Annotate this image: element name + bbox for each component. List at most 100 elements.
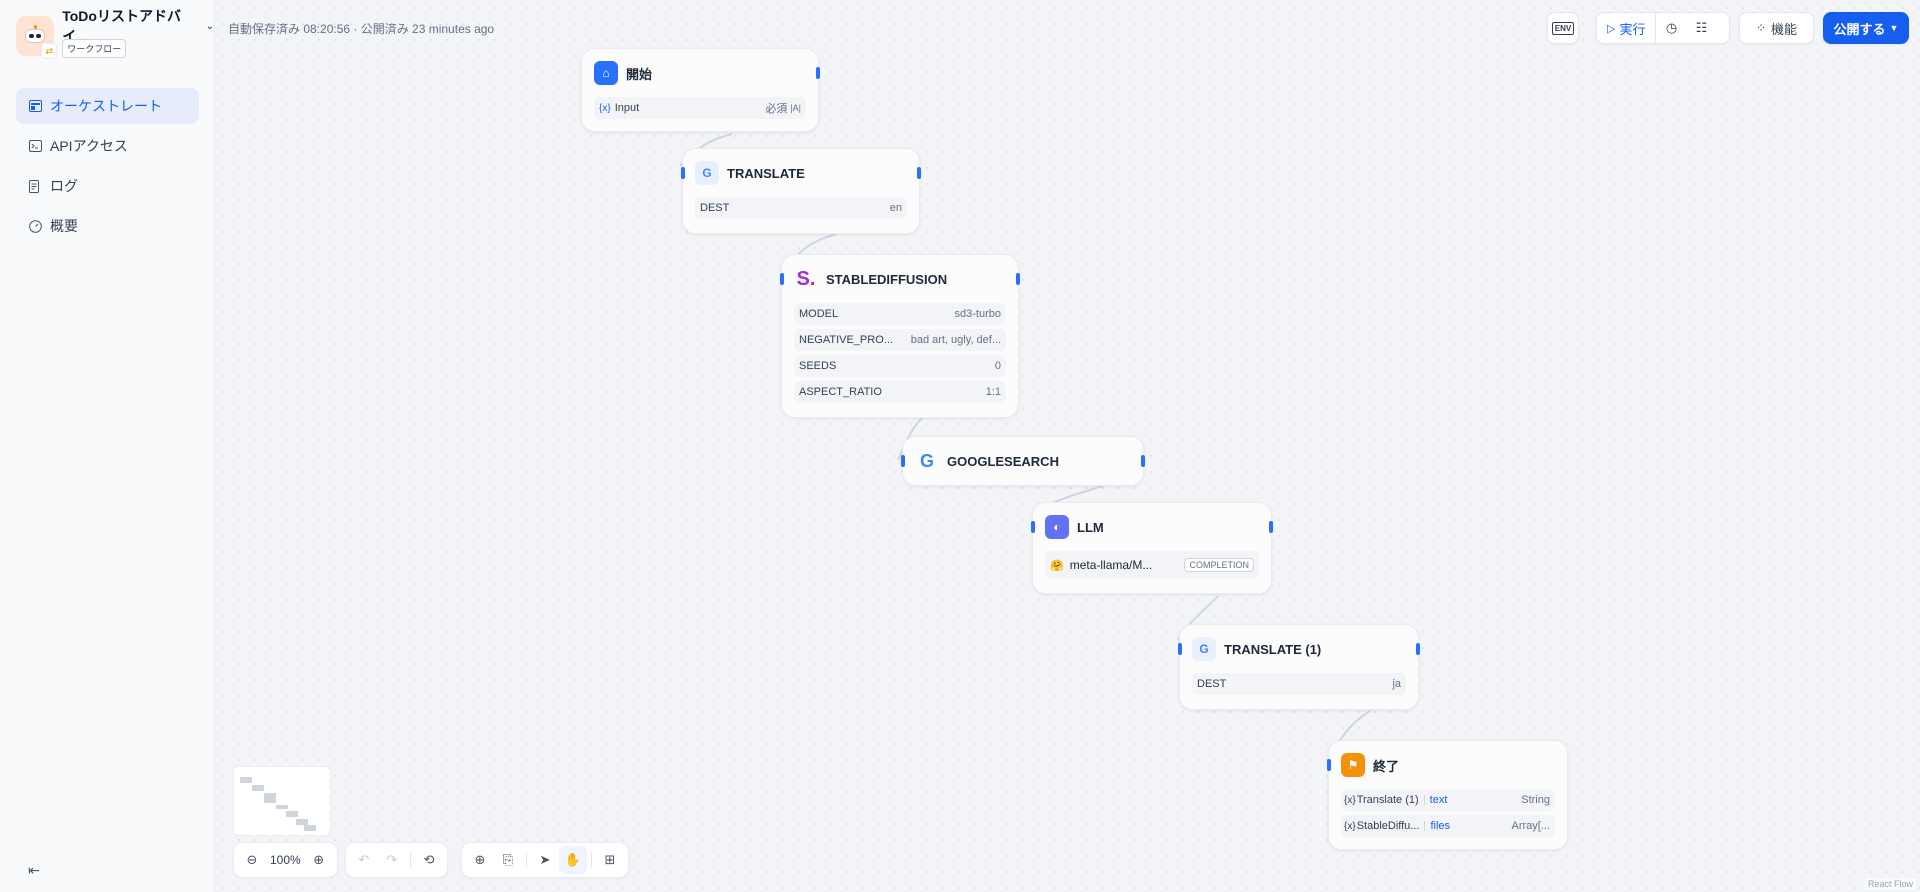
run-label: 実行 — [1619, 21, 1646, 37]
minimap-block — [304, 825, 316, 831]
home-icon: ⌂ — [594, 61, 618, 85]
param-value: 1:1 — [985, 386, 1001, 398]
layout-icon — [28, 99, 42, 113]
node-input-handle[interactable] — [780, 273, 784, 285]
param-key: ASPECT_RATIO — [799, 386, 882, 398]
features-label: 機能 — [1771, 21, 1798, 37]
node-input-handle[interactable] — [681, 167, 685, 179]
history-controls: ↶ ↷ ⟲ — [345, 842, 448, 878]
chevron-down-icon[interactable]: ⌄ — [206, 21, 214, 32]
zoom-level[interactable]: 100% — [266, 853, 305, 867]
minimap-block — [264, 793, 276, 803]
param-row: ASPECT_RATIO 1:1 — [794, 381, 1006, 403]
add-node-icon[interactable]: ⊕ — [466, 846, 494, 874]
pointer-icon[interactable]: ➤ — [531, 846, 559, 874]
param-key: MODEL — [799, 308, 839, 320]
input-variable-row[interactable]: {x} Input 必須 |A| — [594, 97, 806, 119]
node-title: LLM — [1077, 519, 1104, 535]
terminal-icon — [28, 139, 42, 153]
variable-icon: {x} — [599, 102, 611, 114]
param-row: SEEDS 0 — [794, 355, 1006, 377]
output-variable-row[interactable]: {x} Translate (1) text String — [1341, 789, 1555, 811]
redo-icon[interactable]: ↷ — [378, 846, 406, 874]
app-header[interactable]: ⇄ ToDoリストアドバイ... ⌄ ワークフロー — [16, 8, 214, 59]
node-title: STABLEDIFFUSION — [826, 271, 948, 287]
node-input-handle[interactable] — [1178, 643, 1182, 655]
huggingface-icon: 🤗 — [1050, 559, 1064, 572]
zoom-out-icon[interactable]: ⊖ — [238, 846, 266, 874]
node-output-handle[interactable] — [816, 67, 820, 79]
source-node: Translate (1) — [1356, 794, 1419, 806]
version-history-icon[interactable]: ⟲ — [415, 846, 443, 874]
source-node: StableDiffu... — [1356, 820, 1420, 832]
env-button[interactable]: ENV — [1547, 12, 1579, 44]
google-translate-icon: G — [695, 161, 719, 185]
node-output-handle[interactable] — [1016, 273, 1020, 285]
variable-icon: {x} — [1344, 794, 1356, 806]
param-value: ja — [1392, 678, 1401, 690]
google-icon: G — [919, 450, 934, 471]
node-translate[interactable]: G TRANSLATE DEST en — [681, 148, 921, 234]
field-name: files — [1430, 820, 1451, 832]
app-icon: ⇄ — [16, 16, 58, 59]
model-name: meta-llama/M... — [1069, 558, 1153, 572]
param-row: DEST en — [695, 197, 907, 219]
undo-icon[interactable]: ↶ — [350, 846, 378, 874]
sidebar-item-orchestrate[interactable]: オーケストレート — [16, 88, 199, 124]
type-label: Array[... — [1511, 820, 1550, 832]
run-button[interactable]: ▷ 実行 — [1597, 13, 1657, 43]
node-translate-1[interactable]: G TRANSLATE (1) DEST ja — [1178, 624, 1420, 710]
publish-label: 公開する — [1833, 21, 1886, 37]
param-row: MODEL sd3-turbo — [794, 303, 1006, 325]
env-label: ENV — [1551, 21, 1575, 35]
node-output-handle[interactable] — [1269, 521, 1273, 533]
node-title: 終了 — [1373, 758, 1400, 774]
run-group: ▷ 実行 ◷ ☷ — [1596, 12, 1730, 44]
node-title: TRANSLATE — [727, 165, 805, 181]
param-value: 0 — [994, 360, 1001, 372]
output-variable-row[interactable]: {x} StableDiffu... files Array[... — [1341, 815, 1555, 837]
chevron-down-icon: ▼ — [1889, 23, 1899, 33]
node-end[interactable]: ⚑ 終了 {x} Translate (1) text String {x} S… — [1327, 740, 1568, 850]
sidebar-item-label: APIアクセス — [50, 138, 128, 154]
sidebar-item-label: オーケストレート — [50, 98, 162, 114]
node-output-handle[interactable] — [1416, 643, 1420, 655]
node-llm[interactable]: ◐ LLM 🤗 meta-llama/M... COMPLETION — [1031, 502, 1273, 594]
publish-button[interactable]: 公開する ▼ — [1823, 12, 1909, 44]
node-input-handle[interactable] — [901, 455, 905, 467]
param-key: DEST — [1197, 678, 1227, 690]
flag-icon: ⚑ — [1341, 753, 1365, 777]
organize-icon[interactable]: ⊞ — [596, 846, 624, 874]
node-title: TRANSLATE (1) — [1224, 641, 1322, 657]
node-input-handle[interactable] — [1031, 521, 1035, 533]
minimap-block — [252, 785, 264, 791]
type-label: String — [1521, 794, 1550, 806]
field-name: text — [1429, 794, 1448, 806]
node-stablediffusion[interactable]: S. STABLEDIFFUSION MODEL sd3-turbo NEGATI… — [780, 254, 1020, 418]
add-note-icon[interactable]: ⎘ — [494, 846, 522, 874]
node-start[interactable]: ⌂ 開始 {x} Input 必須 |A| — [581, 48, 820, 132]
param-row: DEST ja — [1192, 673, 1406, 695]
node-output-handle[interactable] — [1141, 455, 1145, 467]
sidebar-item-logs[interactable]: ログ — [16, 168, 199, 204]
node-googlesearch[interactable]: G GOOGLESEARCH — [901, 436, 1145, 486]
sidebar-item-api-access[interactable]: APIアクセス — [16, 128, 199, 164]
minimap[interactable] — [233, 766, 331, 836]
react-flow-attribution[interactable]: React Flow — [1864, 878, 1916, 890]
sidebar-item-overview[interactable]: 概要 — [16, 208, 199, 244]
variable-icon: {x} — [1344, 820, 1356, 832]
model-selector[interactable]: 🤗 meta-llama/M... COMPLETION — [1045, 551, 1259, 579]
node-title: GOOGLESEARCH — [947, 453, 1059, 469]
node-input-handle[interactable] — [1327, 759, 1331, 771]
collapse-sidebar-icon[interactable]: ⇤ — [28, 862, 40, 879]
checklist-icon[interactable]: ☷ — [1686, 20, 1716, 36]
param-value: en — [889, 202, 902, 214]
features-button[interactable]: ⁘ 機能 — [1739, 12, 1814, 44]
history-icon[interactable]: ◷ — [1656, 20, 1686, 36]
zoom-in-icon[interactable]: ⊕ — [305, 846, 333, 874]
required-label: 必須 — [765, 103, 788, 115]
variable-name: Input — [614, 102, 640, 114]
node-output-handle[interactable] — [917, 167, 921, 179]
sidebar: ⇄ ToDoリストアドバイ... ⌄ ワークフロー オーケストレート APIアク… — [0, 0, 215, 892]
hand-icon[interactable]: ✋ — [559, 846, 587, 874]
